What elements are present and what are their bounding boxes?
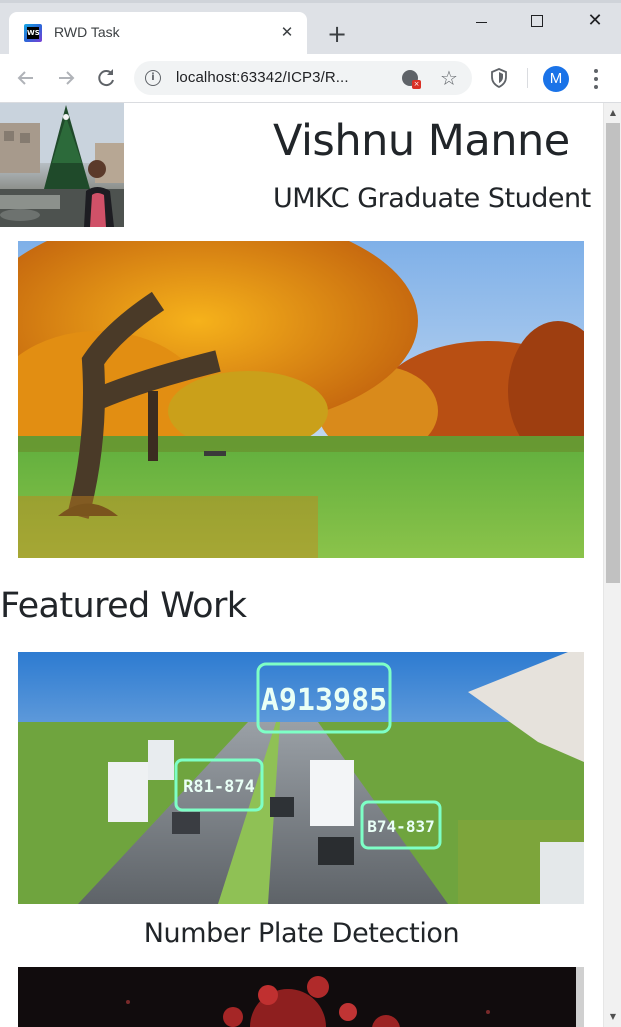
number-plate-detection-image[interactable]: A913985 R81-874 B74-837: [18, 652, 584, 904]
plate-text-2: R81-874: [183, 777, 255, 797]
reload-icon[interactable]: [92, 64, 120, 92]
back-arrow-icon[interactable]: [12, 64, 40, 92]
profile-photo: [0, 103, 124, 227]
browser-toolbar: i localhost:63342/ICP3/R... × ☆ M: [0, 54, 621, 103]
virus-work-image[interactable]: [18, 967, 584, 1027]
blocked-badge-icon: ×: [412, 80, 421, 89]
scroll-up-icon[interactable]: ▲: [604, 105, 621, 121]
favicon-label: WS: [27, 27, 40, 39]
maximize-button[interactable]: [517, 6, 557, 36]
new-tab-button[interactable]: +: [323, 20, 351, 48]
forward-arrow-icon[interactable]: [52, 64, 80, 92]
page-subtitle: UMKC Graduate Student: [273, 183, 591, 214]
more-menu-icon[interactable]: [589, 66, 603, 92]
blocked-extension-icon[interactable]: ×: [402, 70, 421, 89]
url-text[interactable]: localhost:63342/ICP3/R...: [176, 69, 349, 86]
site-info-icon[interactable]: i: [145, 70, 161, 86]
page-scrollbar[interactable]: ▲ ▼: [603, 103, 621, 1027]
browser-tab[interactable]: WS RWD Task ✕: [9, 12, 307, 54]
work-caption: Number Plate Detection: [143, 918, 460, 949]
tab-title: RWD Task: [54, 24, 120, 40]
scroll-down-icon[interactable]: ▼: [604, 1009, 621, 1025]
shield-extension-icon[interactable]: [490, 68, 508, 89]
toolbar-divider: [527, 68, 528, 88]
page-title: Vishnu Manne: [273, 116, 570, 166]
address-bar[interactable]: i localhost:63342/ICP3/R... × ☆: [134, 61, 472, 95]
scroll-thumb[interactable]: [606, 123, 620, 583]
featured-work-heading: Featured Work: [0, 586, 247, 626]
bookmark-star-icon[interactable]: ☆: [437, 66, 461, 90]
titlebar-edge: [0, 0, 621, 3]
webstorm-favicon-icon: WS: [24, 24, 42, 42]
window-close-button[interactable]: ✕: [575, 6, 615, 36]
tab-close-icon[interactable]: ✕: [275, 20, 299, 44]
minimize-button[interactable]: [462, 6, 502, 36]
plate-text-1: A913985: [261, 683, 387, 718]
browser-titlebar: WS RWD Task ✕ + ✕: [0, 0, 621, 54]
plate-text-3: B74-837: [367, 817, 434, 836]
autumn-hero-image: [18, 241, 584, 558]
page-viewport: Vishnu Manne UMKC Graduate Student Featu…: [0, 103, 603, 1027]
profile-avatar[interactable]: M: [543, 66, 569, 92]
